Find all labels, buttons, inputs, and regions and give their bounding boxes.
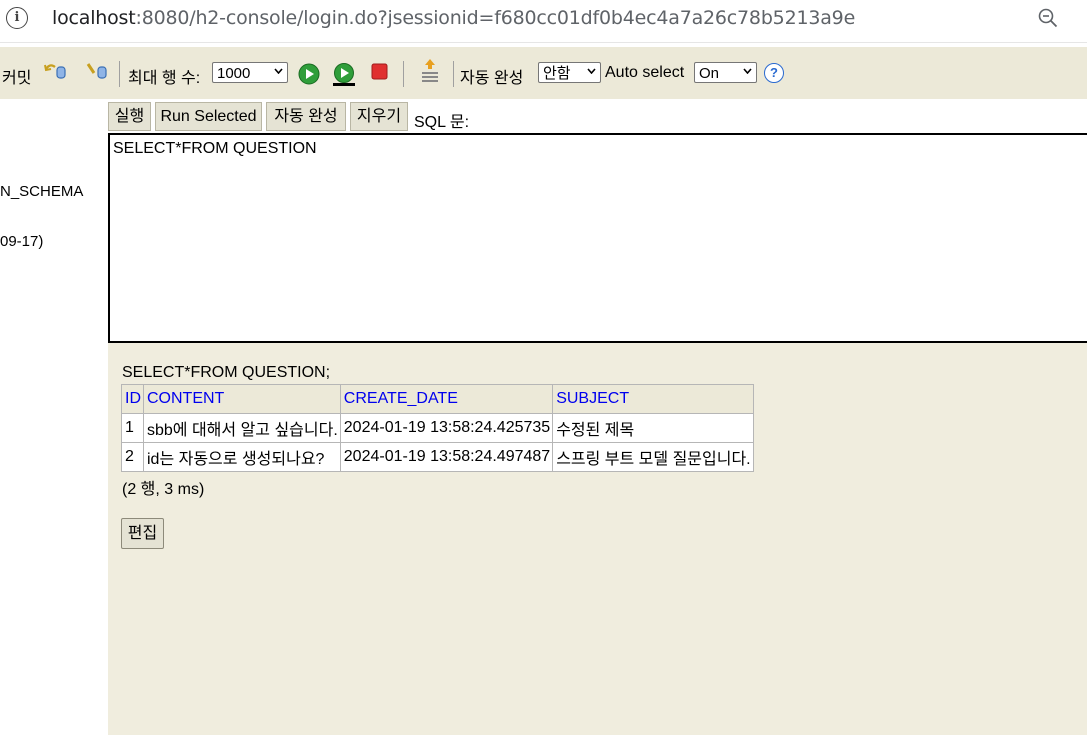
cell-content: id는 자동으로 생성되나요? <box>143 442 341 472</box>
chevron-down-icon <box>274 68 283 74</box>
chevron-down-icon <box>743 68 752 74</box>
column-header-content[interactable]: CONTENT <box>143 384 341 414</box>
autocomplete-value: 안함 <box>543 65 571 82</box>
cell-id: 1 <box>121 413 144 443</box>
table-row: 1 sbb에 대해서 알고 싶습니다. 2024-01-19 13:58:24.… <box>121 413 754 443</box>
auto-select-select[interactable]: On <box>694 62 757 83</box>
sql-statement-label: SQL 문: <box>414 114 470 131</box>
auto-select-label: Auto select <box>605 64 685 81</box>
cell-id: 2 <box>121 442 144 472</box>
execute-button[interactable]: 실행 <box>108 102 151 131</box>
cell-content: sbb에 대해서 알고 싶습니다. <box>143 413 341 443</box>
commit-icon[interactable] <box>44 61 68 81</box>
autocomplete-select[interactable]: 안함 <box>538 62 601 83</box>
max-rows-label: 최대 행 수: <box>128 70 201 87</box>
address-bar: i localhost:8080/h2-console/login.do?jse… <box>0 0 1087 43</box>
object-tree-panel: N_SCHEMA 09-17) <box>0 99 108 735</box>
edit-button[interactable]: 편집 <box>121 518 164 549</box>
url-text[interactable]: localhost:8080/h2-console/login.do?jsess… <box>52 7 855 29</box>
autocomplete-label: 자동 완성 <box>460 70 524 87</box>
rollback-icon[interactable] <box>85 61 109 81</box>
toolbar-separator <box>453 61 454 87</box>
zoom-out-icon[interactable] <box>1038 8 1058 28</box>
url-path: :8080/h2-console/login.do?jsessionid=f68… <box>135 7 856 29</box>
column-header-create-date[interactable]: CREATE_DATE <box>339 384 554 414</box>
site-info-icon[interactable]: i <box>6 7 28 29</box>
run-selected-icon[interactable] <box>332 63 356 87</box>
tree-item[interactable]: N_SCHEMA <box>0 183 83 200</box>
table-header-row: ID CONTENT CREATE_DATE SUBJECT <box>121 384 754 414</box>
cell-subject: 수정된 제목 <box>552 413 754 443</box>
sql-editor[interactable]: SELECT*FROM QUESTION <box>108 133 1087 343</box>
toolbar-separator <box>119 61 120 87</box>
column-header-id[interactable]: ID <box>121 384 144 414</box>
executed-statement: SELECT*FROM QUESTION; <box>122 364 331 381</box>
column-header-subject[interactable]: SUBJECT <box>552 384 754 414</box>
run-selected-button[interactable]: Run Selected <box>155 102 262 131</box>
commit-label: 커밋 <box>2 70 32 87</box>
clear-button[interactable]: 지우기 <box>350 102 408 131</box>
auto-select-value: On <box>699 65 720 82</box>
toolbar: 커밋 최대 행 수: 1000 자동 완성 안함 Auto select On … <box>0 47 1087 99</box>
cell-subject: 스프링 부트 모델 질문입니다. <box>552 442 754 472</box>
url-host: localhost <box>52 7 136 29</box>
row-count-info: (2 행, 3 ms) <box>122 481 205 498</box>
toolbar-separator <box>403 61 404 87</box>
max-rows-value: 1000 <box>217 65 251 82</box>
results-panel: SELECT*FROM QUESTION; ID CONTENT CREATE_… <box>108 343 1087 735</box>
run-icon[interactable] <box>298 63 320 85</box>
help-icon[interactable]: ? <box>764 63 784 83</box>
stop-icon[interactable] <box>371 63 388 80</box>
result-table: ID CONTENT CREATE_DATE SUBJECT 1 sbb에 대해… <box>121 384 754 472</box>
chevron-down-icon <box>587 68 596 74</box>
tree-item: 09-17) <box>0 233 44 250</box>
history-icon[interactable] <box>419 57 441 87</box>
table-row: 2 id는 자동으로 생성되나요? 2024-01-19 13:58:24.49… <box>121 442 754 472</box>
autocomplete-button[interactable]: 자동 완성 <box>266 102 346 131</box>
max-rows-select[interactable]: 1000 <box>212 62 288 83</box>
editor-button-row: 실행 Run Selected 자동 완성 지우기 SQL 문: <box>108 99 1087 133</box>
cell-create-date: 2024-01-19 13:58:24.425735 <box>339 413 554 443</box>
cell-create-date: 2024-01-19 13:58:24.497487 <box>339 442 554 472</box>
